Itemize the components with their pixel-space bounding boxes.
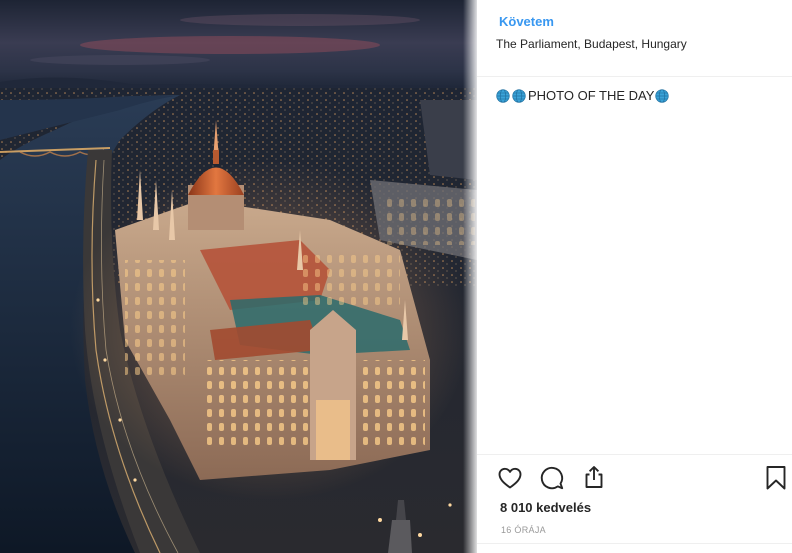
share-icon[interactable] [581, 464, 607, 490]
globe-icon [496, 88, 510, 103]
caption-text: PHOTO OF THE DAY [528, 88, 655, 103]
follow-button[interactable]: Követem [499, 14, 554, 29]
parliament-night-photo [0, 0, 477, 553]
post-photo[interactable] [0, 0, 477, 553]
comments-area [477, 105, 792, 450]
photo-edge-fade [463, 0, 477, 553]
instagram-post: Követem The Parliament, Budapest, Hungar… [0, 0, 792, 553]
post-actions: 8 010 kedvelés 16 ÓRÁJA [477, 454, 792, 553]
globe-icon [512, 88, 526, 103]
likes-count[interactable]: 8 010 kedvelés [500, 500, 591, 515]
divider [477, 543, 792, 544]
post-timestamp: 16 ÓRÁJA [501, 525, 546, 535]
post-header: Követem The Parliament, Budapest, Hungar… [477, 0, 792, 77]
globe-icon [655, 88, 670, 103]
bookmark-icon[interactable] [765, 465, 787, 491]
post-sidebar: Követem The Parliament, Budapest, Hungar… [477, 0, 792, 553]
comment-bubble-icon[interactable] [539, 465, 565, 491]
heart-icon[interactable] [497, 465, 523, 491]
location-link[interactable]: The Parliament, Budapest, Hungary [496, 37, 687, 51]
post-caption: PHOTO OF THE DAY [496, 88, 670, 103]
